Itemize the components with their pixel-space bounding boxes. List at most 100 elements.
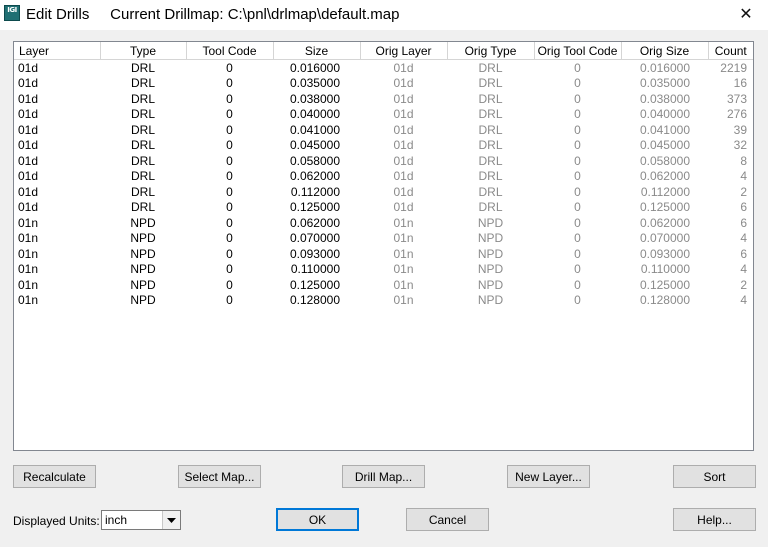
table-row[interactable]: 01n NPD 0 0.093000 01n NPD 0 0.093000 6 xyxy=(14,246,753,262)
column-header-type[interactable]: Type xyxy=(100,42,187,60)
cell-orig-size: 0.062000 xyxy=(639,215,690,230)
cell-tool-code: 0 xyxy=(226,184,233,199)
cell-orig-layer: 01d xyxy=(393,122,414,137)
cell-size: 0.070000 xyxy=(289,231,340,246)
cell-orig-layer: 01d xyxy=(393,138,414,153)
cell-layer: 01d xyxy=(18,107,39,122)
column-header-layer[interactable]: Layer xyxy=(14,42,101,60)
table-row[interactable]: 01d DRL 0 0.058000 01d DRL 0 0.058000 8 xyxy=(14,153,753,169)
table-body: 01d DRL 0 0.016000 01d DRL 0 0.016000 2219 01d DRL… xyxy=(14,60,753,309)
cell-size: 0.128000 xyxy=(289,293,340,308)
table-row[interactable]: 01n NPD 0 0.110000 01n NPD 0 0.110000 4 xyxy=(14,262,753,278)
table-row[interactable]: 01n NPD 0 0.062000 01n NPD 0 0.062000 6 xyxy=(14,215,753,231)
table-row[interactable]: 01d DRL 0 0.040000 01d DRL 0 0.040000 276 xyxy=(14,107,753,123)
select-map-button[interactable]: Select Map... xyxy=(178,465,261,488)
cell-count: 373 xyxy=(726,91,747,106)
cell-orig-tool-code: 0 xyxy=(574,184,581,199)
table-row[interactable]: 01d DRL 0 0.045000 01d DRL 0 0.045000 32 xyxy=(14,138,753,154)
cell-orig-layer: 01d xyxy=(393,76,414,91)
cell-count: 39 xyxy=(733,122,747,137)
cancel-button[interactable]: Cancel xyxy=(406,508,489,531)
close-icon[interactable]: ✕ xyxy=(734,3,758,25)
recalculate-button[interactable]: Recalculate xyxy=(13,465,96,488)
displayed-units-value: inch xyxy=(105,513,128,527)
cell-type: DRL xyxy=(130,122,155,137)
cell-size: 0.093000 xyxy=(289,246,340,261)
cell-orig-type: NPD xyxy=(477,246,504,261)
column-header-size[interactable]: Size xyxy=(273,42,361,60)
cell-orig-size: 0.125000 xyxy=(639,277,690,292)
cell-tool-code: 0 xyxy=(226,293,233,308)
cell-orig-layer: 01d xyxy=(393,91,414,106)
drill-map-button[interactable]: Drill Map... xyxy=(342,465,425,488)
table-row[interactable]: 01d DRL 0 0.062000 01d DRL 0 0.062000 4 xyxy=(14,169,753,185)
cell-orig-size: 0.016000 xyxy=(639,60,690,75)
cell-tool-code: 0 xyxy=(226,122,233,137)
cell-tool-code: 0 xyxy=(226,76,233,91)
cell-count: 2 xyxy=(740,184,747,199)
cell-type: NPD xyxy=(130,231,156,246)
new-layer-button[interactable]: New Layer... xyxy=(507,465,590,488)
cell-type: DRL xyxy=(130,76,155,91)
cell-layer: 01d xyxy=(18,184,39,199)
help-button[interactable]: Help... xyxy=(673,508,756,531)
cell-layer: 01n xyxy=(18,262,39,277)
cell-orig-type: NPD xyxy=(477,277,504,292)
cell-count: 16 xyxy=(733,76,747,91)
cell-layer: 01n xyxy=(18,231,39,246)
cell-orig-tool-code: 0 xyxy=(574,107,581,122)
table-header-row: Layer Type Tool Code Size Orig Layer Ori… xyxy=(14,42,753,60)
cell-tool-code: 0 xyxy=(226,231,233,246)
cell-orig-tool-code: 0 xyxy=(574,215,581,230)
column-header-orig-tool-code[interactable]: Orig Tool Code xyxy=(534,42,622,60)
table-row[interactable]: 01n NPD 0 0.128000 01n NPD 0 0.128000 4 xyxy=(14,293,753,309)
cell-orig-type: DRL xyxy=(478,60,503,75)
table-row[interactable]: 01n NPD 0 0.070000 01n NPD 0 0.070000 4 xyxy=(14,231,753,247)
cell-orig-layer: 01d xyxy=(393,184,414,199)
cell-orig-layer: 01n xyxy=(393,215,414,230)
cell-count: 4 xyxy=(740,169,747,184)
column-header-count[interactable]: Count xyxy=(708,42,753,60)
cell-size: 0.125000 xyxy=(289,277,340,292)
column-header-orig-type[interactable]: Orig Type xyxy=(447,42,535,60)
column-header-orig-size[interactable]: Orig Size xyxy=(621,42,709,60)
table-row[interactable]: 01d DRL 0 0.125000 01d DRL 0 0.125000 6 xyxy=(14,200,753,216)
cell-layer: 01d xyxy=(18,200,39,215)
table-row[interactable]: 01d DRL 0 0.016000 01d DRL 0 0.016000 2219 xyxy=(14,60,753,76)
cell-orig-type: DRL xyxy=(478,122,503,137)
sort-button[interactable]: Sort xyxy=(673,465,756,488)
displayed-units-select[interactable]: inch xyxy=(101,510,181,530)
table-row[interactable]: 01d DRL 0 0.035000 01d DRL 0 0.035000 16 xyxy=(14,76,753,92)
column-header-orig-layer[interactable]: Orig Layer xyxy=(360,42,448,60)
cell-orig-layer: 01n xyxy=(393,293,414,308)
cell-type: NPD xyxy=(130,293,156,308)
cell-orig-size: 0.038000 xyxy=(639,91,690,106)
table-row[interactable]: 01n NPD 0 0.125000 01n NPD 0 0.125000 2 xyxy=(14,277,753,293)
cell-orig-size: 0.058000 xyxy=(639,153,690,168)
cell-orig-tool-code: 0 xyxy=(574,246,581,261)
cell-orig-size: 0.128000 xyxy=(639,293,690,308)
cell-tool-code: 0 xyxy=(226,91,233,106)
cell-count: 4 xyxy=(740,293,747,308)
cell-orig-type: NPD xyxy=(477,231,504,246)
cell-count: 276 xyxy=(726,107,747,122)
chevron-down-icon[interactable] xyxy=(162,511,180,529)
cell-orig-layer: 01n xyxy=(393,262,414,277)
title-bar: IGI Edit Drills Current Drillmap: C:\pnl… xyxy=(0,0,768,30)
cell-size: 0.062000 xyxy=(289,169,340,184)
cell-type: DRL xyxy=(130,184,155,199)
cell-orig-layer: 01d xyxy=(393,107,414,122)
cell-orig-size: 0.070000 xyxy=(639,231,690,246)
column-header-tool-code[interactable]: Tool Code xyxy=(186,42,274,60)
cell-tool-code: 0 xyxy=(226,107,233,122)
cell-type: DRL xyxy=(130,169,155,184)
table-row[interactable]: 01d DRL 0 0.112000 01d DRL 0 0.112000 2 xyxy=(14,184,753,200)
cell-orig-tool-code: 0 xyxy=(574,60,581,75)
table-row[interactable]: 01d DRL 0 0.041000 01d DRL 0 0.041000 39 xyxy=(14,122,753,138)
drills-list[interactable]: Layer Type Tool Code Size Orig Layer Ori… xyxy=(13,41,754,451)
cell-orig-tool-code: 0 xyxy=(574,138,581,153)
cell-orig-layer: 01d xyxy=(393,60,414,75)
ok-button[interactable]: OK xyxy=(276,508,359,531)
cell-orig-tool-code: 0 xyxy=(574,262,581,277)
table-row[interactable]: 01d DRL 0 0.038000 01d DRL 0 0.038000 373 xyxy=(14,91,753,107)
